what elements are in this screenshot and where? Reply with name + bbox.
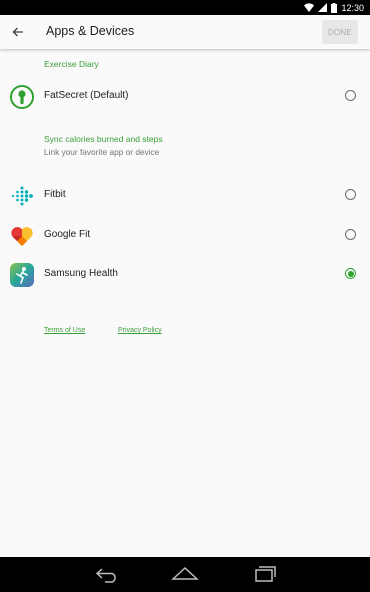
list-item-label: Google Fit bbox=[44, 229, 91, 240]
sync-header: Sync calories burned and steps bbox=[44, 134, 163, 144]
list-item-samsung-health[interactable]: Samsung Health bbox=[0, 256, 370, 292]
status-time: 12:30 bbox=[341, 2, 364, 13]
samsung-health-icon bbox=[10, 263, 34, 287]
terms-of-use-link[interactable]: Terms of Use bbox=[44, 327, 85, 334]
wifi-icon bbox=[304, 3, 315, 12]
navigation-bar bbox=[0, 557, 370, 592]
back-button[interactable] bbox=[6, 20, 30, 44]
app-bar: Apps & Devices DONE bbox=[0, 15, 370, 49]
list-item-google-fit[interactable]: Google Fit bbox=[0, 217, 370, 253]
status-bar: 12:30 bbox=[0, 0, 370, 15]
list-item-fitbit[interactable]: Fitbit bbox=[0, 177, 370, 213]
privacy-policy-link[interactable]: Privacy Policy bbox=[118, 327, 162, 334]
battery-icon bbox=[331, 2, 338, 13]
list-item-label: FatSecret (Default) bbox=[44, 90, 129, 101]
list-item-fatsecret[interactable]: FatSecret (Default) bbox=[0, 78, 370, 114]
radio-fatsecret[interactable] bbox=[345, 90, 356, 101]
list-item-label: Fitbit bbox=[44, 189, 66, 200]
sync-subtitle: Link your favorite app or device bbox=[44, 147, 160, 157]
fatsecret-icon bbox=[10, 85, 34, 109]
status-icons: 12:30 bbox=[304, 0, 364, 15]
nav-home-icon[interactable] bbox=[171, 565, 199, 583]
google-fit-icon bbox=[11, 227, 33, 246]
page-title: Apps & Devices bbox=[46, 24, 135, 38]
radio-fitbit[interactable] bbox=[345, 189, 356, 200]
cellular-icon bbox=[318, 3, 328, 12]
fitbit-icon bbox=[11, 186, 33, 206]
done-button[interactable]: DONE bbox=[322, 20, 358, 44]
nav-recents-icon[interactable] bbox=[250, 565, 278, 583]
radio-samsung-health[interactable] bbox=[345, 268, 356, 279]
list-item-label: Samsung Health bbox=[44, 268, 118, 279]
nav-back-icon[interactable] bbox=[93, 565, 121, 583]
arrow-back-icon bbox=[12, 27, 23, 37]
radio-google-fit[interactable] bbox=[345, 229, 356, 240]
exercise-diary-header: Exercise Diary bbox=[44, 59, 99, 69]
